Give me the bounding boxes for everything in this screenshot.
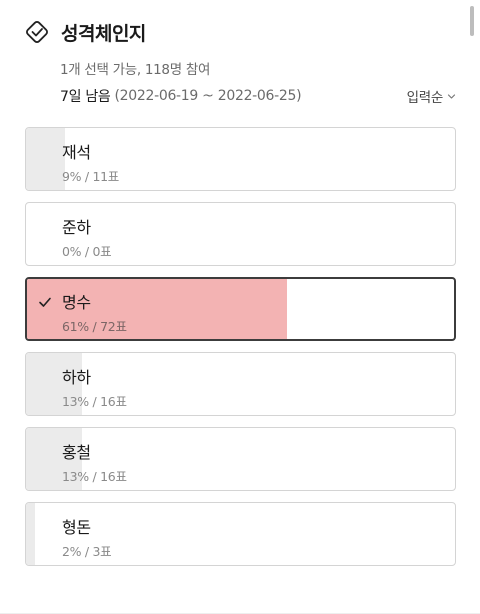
- poll-option-4[interactable]: 홍철 13% / 16표: [25, 427, 456, 491]
- option-stat: 0% / 0표: [62, 244, 112, 259]
- deadline-range: (2022-06-19 ~ 2022-06-25): [114, 88, 302, 104]
- option-name: 홍철: [62, 443, 91, 462]
- poll-option-1[interactable]: 준하 0% / 0표: [25, 202, 456, 266]
- option-stat: 9% / 11표: [62, 169, 119, 184]
- deadline-row: 7일 남음 (2022-06-19 ~ 2022-06-25): [60, 86, 456, 106]
- sort-dropdown[interactable]: 입력순: [407, 86, 456, 106]
- poll-options: 재석 9% / 11표준하 0% / 0표명수 61% / 72표하하 13% / 16…: [25, 127, 456, 577]
- poll-option-3[interactable]: 하하 13% / 16표: [25, 352, 456, 416]
- option-stat: 13% / 16표: [62, 394, 127, 409]
- poll-option-2[interactable]: 명수 61% / 72표: [25, 277, 456, 341]
- option-stat: 13% / 16표: [62, 469, 127, 484]
- poll-meta: 1개 선택 가능, 118명 참여: [60, 62, 211, 78]
- poll-option-5[interactable]: 형돈 2% / 3표: [25, 502, 456, 566]
- option-name: 준하: [62, 218, 91, 237]
- sort-label: 입력순: [406, 90, 444, 106]
- option-stat: 61% / 72표: [62, 319, 127, 334]
- poll-option-0[interactable]: 재석 9% / 11표: [25, 127, 456, 191]
- vote-check-icon: [24, 19, 50, 45]
- option-name: 형돈: [62, 518, 91, 537]
- chevron-down-icon: [447, 92, 456, 101]
- vote-progress-fill: [26, 128, 65, 190]
- option-name: 명수: [62, 293, 91, 312]
- vote-progress-fill: [26, 503, 35, 565]
- check-icon: [38, 294, 52, 308]
- option-name: 재석: [62, 143, 91, 162]
- deadline-remaining: 7일 남음: [60, 89, 111, 105]
- title-row: 성격체인지: [24, 16, 456, 48]
- poll-title: 성격체인지: [61, 22, 146, 45]
- poll-page: 성격체인지 1개 선택 가능, 118명 참여 7일 남음 (2022-06-1…: [0, 0, 480, 614]
- option-stat: 2% / 3표: [62, 544, 112, 559]
- poll-header: 성격체인지 1개 선택 가능, 118명 참여 7일 남음 (2022-06-1…: [24, 16, 456, 106]
- option-name: 하하: [62, 368, 91, 387]
- scrollbar[interactable]: [470, 6, 474, 36]
